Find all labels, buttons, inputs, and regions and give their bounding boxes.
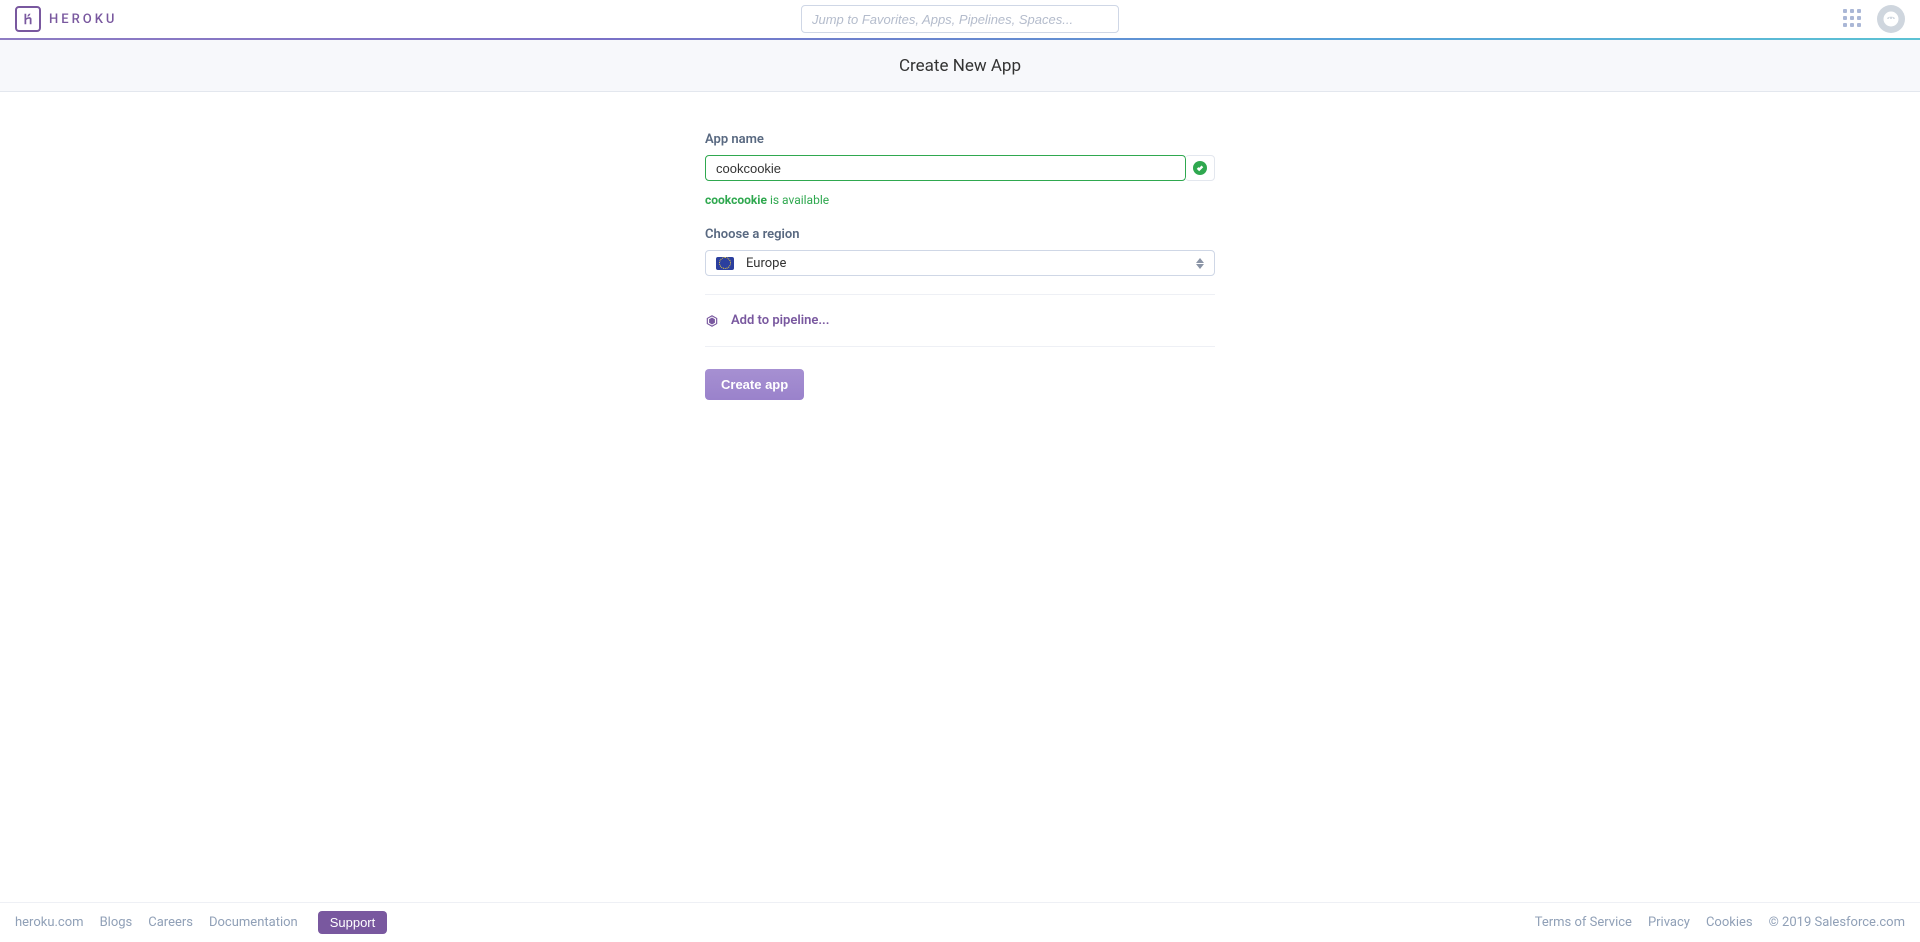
- footer-right: Terms of Service Privacy Cookies © 2019 …: [1535, 915, 1905, 930]
- divider: [705, 346, 1215, 347]
- topbar: HEROKU: [0, 0, 1920, 40]
- footer-link-blogs[interactable]: Blogs: [100, 915, 133, 930]
- pipeline-label: Add to pipeline...: [731, 313, 829, 328]
- select-caret-icon: [1196, 258, 1204, 269]
- footer-link-heroku[interactable]: heroku.com: [15, 915, 84, 930]
- create-app-form: App name cookcookie is available Choose …: [705, 132, 1215, 400]
- avatar[interactable]: [1877, 5, 1905, 33]
- divider: [705, 294, 1215, 295]
- heroku-logo-icon: [15, 6, 41, 32]
- page-title: Create New App: [899, 56, 1021, 76]
- availability-name: cookcookie: [705, 193, 767, 207]
- brand-text: HEROKU: [49, 12, 117, 27]
- support-button[interactable]: Support: [318, 911, 388, 934]
- global-search: [801, 5, 1119, 33]
- check-circle-icon: [1193, 161, 1207, 175]
- eu-flag-icon: [716, 257, 734, 270]
- footer-left: heroku.com Blogs Careers Documentation S…: [15, 911, 387, 934]
- add-to-pipeline-button[interactable]: Add to pipeline...: [705, 313, 1215, 328]
- footer-copyright: © 2019 Salesforce.com: [1769, 915, 1905, 930]
- page-header: Create New App: [0, 40, 1920, 92]
- footer-link-privacy[interactable]: Privacy: [1648, 915, 1690, 930]
- app-name-input[interactable]: [705, 155, 1186, 181]
- footer-link-careers[interactable]: Careers: [148, 915, 193, 930]
- footer: heroku.com Blogs Careers Documentation S…: [0, 902, 1920, 942]
- availability-message: cookcookie is available: [705, 193, 1215, 207]
- availability-badge: [1185, 155, 1215, 181]
- search-input[interactable]: [801, 5, 1119, 33]
- topbar-right: [1843, 5, 1905, 33]
- app-name-label: App name: [705, 132, 1215, 147]
- heroku-logo[interactable]: HEROKU: [15, 6, 117, 32]
- ninja-avatar-icon: [1882, 10, 1900, 28]
- region-value: Europe: [746, 256, 786, 271]
- region-label: Choose a region: [705, 227, 1215, 242]
- region-select[interactable]: Europe: [705, 250, 1215, 276]
- footer-link-terms[interactable]: Terms of Service: [1535, 915, 1632, 930]
- footer-link-documentation[interactable]: Documentation: [209, 915, 298, 930]
- pipeline-hex-icon: [705, 314, 719, 328]
- create-app-button[interactable]: Create app: [705, 369, 804, 400]
- availability-suffix: is available: [767, 193, 829, 207]
- app-name-row: [705, 155, 1215, 181]
- apps-menu-icon[interactable]: [1843, 9, 1863, 29]
- footer-link-cookies[interactable]: Cookies: [1706, 915, 1753, 930]
